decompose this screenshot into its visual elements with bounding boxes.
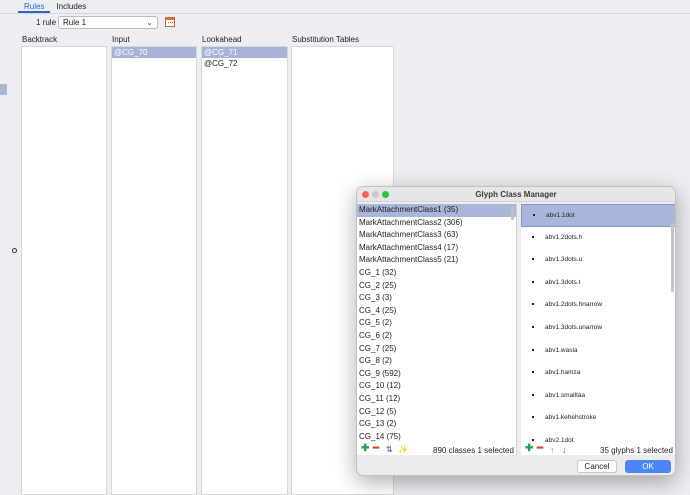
glyph-name: abv1.1dot [546, 212, 575, 219]
class-item[interactable]: CG_6 (2) [357, 330, 516, 343]
class-item[interactable]: CG_11 (12) [357, 393, 516, 406]
move-down-icon[interactable]: ↓ [562, 445, 567, 455]
class-item[interactable]: MarkAttachmentClass1 (35) [357, 204, 516, 217]
glyph-name: abv1.2dots.h [545, 233, 583, 241]
glyph-item[interactable]: abv1.3dots.t [521, 272, 675, 295]
glyph-class-manager-dialog: Glyph Class Manager MarkAttachmentClass1… [356, 186, 676, 476]
glyph-item[interactable]: abv1.1dot [521, 204, 675, 227]
glyph-item[interactable]: abv1.smalltaa [521, 385, 675, 408]
splitter-handle[interactable] [12, 248, 17, 253]
class-item[interactable]: CG_10 (12) [357, 380, 516, 393]
remove-class-icon[interactable]: ━ [373, 444, 379, 454]
tab-divider [0, 13, 690, 14]
glyph-preview-icon [532, 438, 534, 441]
glyphs-status: 35 glyphs 1 selected [600, 446, 673, 455]
glyph-item[interactable]: abv1.3dots.unarrow [521, 317, 675, 340]
magic-wand-icon[interactable]: ✨ [398, 445, 408, 455]
glyph-item[interactable]: abv1.kehehstroke [521, 407, 675, 430]
dialog-footer: ✚ ━ ⇅ ✨ 890 classes 1 selected ✚ ━ ↑ ↓ 3… [357, 444, 675, 457]
chevron-down-icon: ⌄ [146, 18, 153, 27]
class-list-scrollbar[interactable] [511, 206, 514, 220]
add-glyph-icon[interactable]: ✚ [525, 444, 533, 454]
lookahead-label: Lookahead [202, 35, 242, 44]
lookahead-item[interactable]: @CG_72 [202, 58, 287, 69]
glyph-preview-icon [532, 348, 534, 351]
lookahead-item[interactable]: @CG_71 [202, 47, 287, 58]
class-item[interactable]: CG_12 (5) [357, 406, 516, 419]
class-item[interactable]: CG_2 (25) [357, 280, 516, 293]
calendar-icon[interactable] [165, 17, 175, 27]
left-side-marker [0, 84, 7, 95]
rule-count-label: 1 rule [36, 18, 57, 27]
class-item[interactable]: MarkAttachmentClass2 (306) [357, 217, 516, 230]
class-item[interactable]: MarkAttachmentClass4 (17) [357, 242, 516, 255]
glyph-name: abv1.wasla [545, 346, 578, 354]
rule-select[interactable]: Rule 1 ⌄ [58, 16, 158, 29]
glyph-item[interactable]: abv1.2dots.hnarrow [521, 294, 675, 317]
backtrack-list[interactable] [21, 46, 107, 495]
tab-bar: Rules Includes [18, 0, 92, 13]
glyph-name: abv1.3dots.u [545, 256, 583, 264]
glyph-preview-icon [532, 303, 534, 306]
class-item[interactable]: MarkAttachmentClass3 (63) [357, 229, 516, 242]
glyph-preview-icon [533, 214, 535, 216]
class-list[interactable]: MarkAttachmentClass1 (35) MarkAttachment… [357, 204, 517, 455]
class-item[interactable]: MarkAttachmentClass5 (21) [357, 254, 516, 267]
glyph-preview-icon [532, 371, 534, 374]
glyph-item[interactable]: abv1.wasla [521, 340, 675, 363]
class-item[interactable]: CG_14 (75) [357, 431, 516, 444]
dialog-title: Glyph Class Manager [475, 190, 557, 199]
glyph-name: abv1.smalltaa [545, 391, 586, 399]
cancel-button[interactable]: Cancel [577, 460, 617, 473]
class-item[interactable]: CG_5 (2) [357, 317, 516, 330]
glyph-name: abv1.3dots.unarrow [545, 323, 603, 331]
glyph-preview-icon [532, 325, 534, 328]
glyph-list[interactable]: abv1.1dot abv1.2dots.h abv1.3dots.u abv1… [521, 204, 675, 455]
glyph-list-scrollbar[interactable] [671, 222, 674, 292]
input-item[interactable]: @CG_70 [112, 47, 196, 58]
remove-glyph-icon[interactable]: ━ [537, 444, 543, 454]
backtrack-label: Backtrack [22, 35, 58, 44]
class-item[interactable]: CG_7 (25) [357, 343, 516, 356]
glyph-item[interactable]: abv1.hamza [521, 362, 675, 385]
input-label: Input [112, 35, 130, 44]
class-item[interactable]: CG_4 (25) [357, 305, 516, 318]
glyph-name: abv2.1dot [545, 436, 574, 444]
dialog-titlebar: Glyph Class Manager [357, 187, 675, 202]
glyph-item[interactable]: abv1.2dots.h [521, 227, 675, 250]
substitution-tables-label: Substitution Tables [292, 35, 360, 44]
tab-includes[interactable]: Includes [50, 0, 92, 13]
glyph-preview-icon [532, 235, 534, 238]
glyph-name: abv1.kehehstroke [545, 414, 597, 422]
glyph-name: abv1.hamza [545, 369, 581, 377]
glyph-name: abv1.2dots.hnarrow [545, 301, 603, 309]
rule-select-value: Rule 1 [63, 18, 87, 27]
move-up-icon[interactable]: ↑ [550, 445, 555, 455]
add-class-icon[interactable]: ✚ [361, 444, 369, 454]
glyph-preview-icon [532, 416, 534, 419]
glyph-preview-icon [532, 280, 534, 283]
glyph-item[interactable]: abv1.3dots.u [521, 249, 675, 272]
glyph-preview-icon [532, 393, 534, 396]
classes-status: 890 classes 1 selected [433, 446, 514, 455]
class-item[interactable]: CG_1 (32) [357, 267, 516, 280]
class-item[interactable]: CG_3 (3) [357, 292, 516, 305]
class-item[interactable]: CG_9 (592) [357, 368, 516, 381]
ok-button[interactable]: OK [625, 460, 671, 473]
lookahead-list[interactable]: @CG_71 @CG_72 [201, 46, 288, 495]
glyph-preview-icon [532, 258, 534, 261]
sort-icon[interactable]: ⇅ [386, 445, 393, 455]
glyph-name: abv1.3dots.t [545, 278, 581, 286]
class-item[interactable]: CG_8 (2) [357, 355, 516, 368]
input-list[interactable]: @CG_70 [111, 46, 197, 495]
class-item[interactable]: CG_13 (2) [357, 418, 516, 431]
tab-rules[interactable]: Rules [18, 0, 51, 13]
